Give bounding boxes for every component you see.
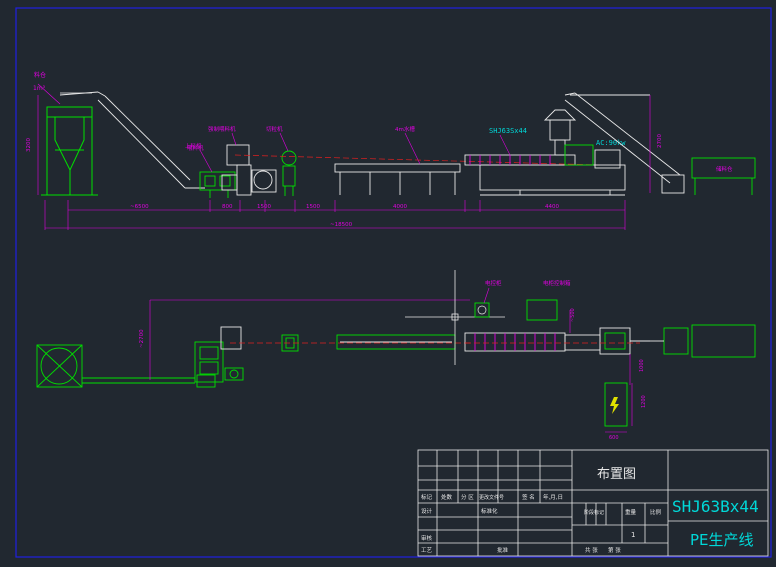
dim-total: ~18500 (330, 222, 353, 228)
label-change: 更改文件号 (479, 494, 504, 501)
extruder (464, 109, 626, 196)
dim-4000: 4000 (393, 204, 407, 210)
pelletizer-label: 切粒机 (266, 125, 283, 133)
electrical-cabinet (604, 382, 633, 433)
hopper-label: 料仓 (34, 71, 46, 79)
water-tank-label: 4m水槽 (395, 125, 415, 133)
label-total-sheets: 共 张 (585, 546, 598, 554)
plan-box (220, 326, 242, 350)
forced-feeder-label: 强制喂料机 (208, 125, 236, 133)
label-signature: 签 名 (522, 493, 535, 501)
dim-2700: ~2700 (139, 329, 145, 348)
label-zone: 分 区 (461, 493, 474, 501)
plan-silo-small (663, 327, 689, 355)
plan-hopper (36, 344, 83, 388)
dim-6500: ~6500 (130, 204, 149, 210)
label-weight: 重量 (625, 508, 637, 516)
motor-label: AC:90kw (596, 139, 626, 147)
dim-1200: 1200 (641, 395, 647, 408)
label-count: 处数 (441, 493, 453, 501)
label-craft: 工艺 (421, 547, 433, 554)
scale-value: 1 (631, 531, 635, 539)
cabinet-label: 电柜控制箱 (543, 279, 571, 287)
plan-water-tank (336, 334, 456, 350)
dim-4400: 4400 (545, 204, 559, 210)
label-design: 设计 (421, 507, 433, 515)
drawing-frame (15, 7, 772, 558)
label-review: 审核 (421, 534, 433, 542)
plan-extruder (464, 327, 650, 355)
conveyor (59, 91, 205, 189)
water-tank (334, 163, 461, 195)
cad-drawing: 料仓 1m³ 3200 上料机 喂料机 强制喂料机 切粒机 4m水槽 SHJ63… (15, 7, 772, 558)
line-name: PE生产线 (690, 531, 754, 549)
dim-height-right: 2700 (657, 134, 663, 148)
control-box (474, 302, 490, 318)
dim-1500a: 1500 (257, 204, 271, 210)
label-standard: 标准化 (481, 507, 498, 515)
silo-label: 储料仓 (716, 165, 733, 173)
label-mark: 标记 (421, 493, 433, 501)
feeder (199, 171, 236, 198)
forced-feeder (221, 144, 252, 196)
cabinet-box (526, 299, 558, 321)
extruder-label: SHJ63Sx44 (489, 127, 527, 135)
dim-1000: 1000 (639, 359, 645, 372)
cutter-wheel (251, 169, 277, 193)
plan-silo-large (691, 324, 756, 358)
label-approve: 批准 (497, 546, 509, 554)
process-centerline (234, 154, 601, 166)
label-ratio: 比例 (650, 508, 662, 516)
label-stage: 阶段标记 (584, 509, 604, 516)
label-date: 年,月,日 (543, 493, 563, 501)
drawing-title: 布置图 (597, 467, 636, 482)
dim-600: 600 (609, 435, 619, 441)
model-number: SHJ63Bx44 (672, 497, 759, 516)
dim-800: 800 (222, 204, 233, 210)
pelletizer (281, 150, 297, 196)
feeder-label: 喂料机 (187, 144, 204, 152)
storage-silo (691, 157, 756, 195)
control-label: 电控柜 (485, 279, 502, 287)
hopper-volume: 1m³ (33, 85, 46, 92)
dim-1500b: 1500 (306, 204, 320, 210)
label-sheet-no: 第 张 (608, 546, 621, 554)
dim-500: ~500 (570, 308, 576, 322)
hopper (41, 106, 98, 196)
plan-view: ~2700 电控柜 电柜控制箱 ~500 1000 1200 600 (36, 270, 756, 441)
elevation-view: 料仓 1m³ 3200 上料机 喂料机 强制喂料机 切粒机 4m水槽 SHJ63… (26, 71, 756, 230)
dim-height-left: 3200 (26, 138, 32, 152)
